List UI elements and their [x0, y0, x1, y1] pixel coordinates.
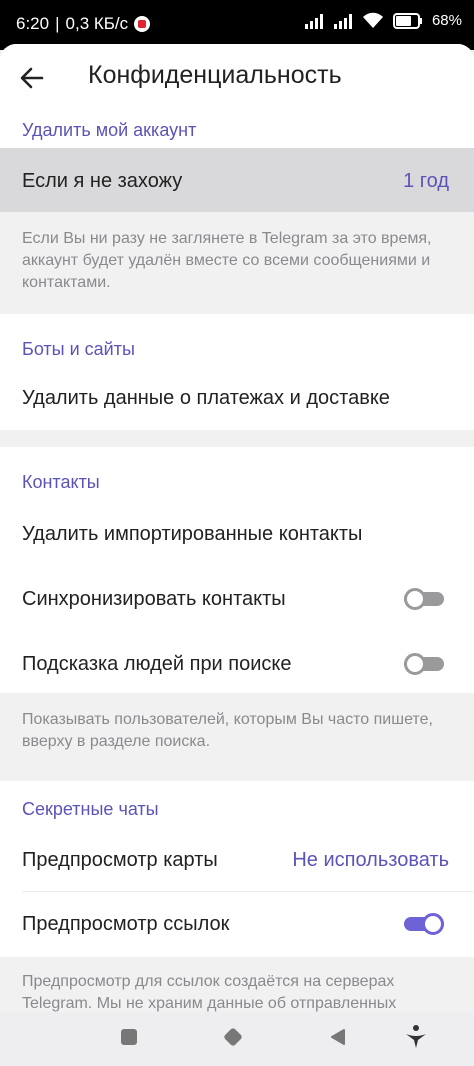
- wifi-icon: [362, 12, 383, 28]
- section-title-delete-account: Удалить мой аккаунт: [22, 120, 197, 140]
- secret-chats-hint-block: Предпросмотр для ссылок создаётся на сер…: [0, 957, 474, 1017]
- sync-contacts-toggle[interactable]: [404, 588, 444, 610]
- contacts-hint: Показывать пользователей, которым Вы час…: [22, 711, 433, 750]
- back-nav-icon[interactable]: [330, 1028, 346, 1046]
- delete-account-section: Удалить мой аккаунт Если я не захожу 1 г…: [0, 114, 474, 314]
- status-time: 6:20: [16, 14, 50, 33]
- battery-percent: 68%: [431, 12, 462, 29]
- row-divider: [22, 891, 474, 892]
- inactivity-label: Если я не захожу: [22, 170, 183, 192]
- delete-payment-data-row[interactable]: Удалить данные о платежах и доставке: [0, 368, 474, 426]
- system-navigation-bar: [0, 1012, 474, 1066]
- status-separator: |: [55, 14, 60, 33]
- suggest-people-toggle[interactable]: [404, 653, 444, 675]
- status-right: 68%: [304, 12, 462, 29]
- status-bar: 6:20 | 0,3 КБ/с 68%: [0, 0, 474, 50]
- sync-contacts-row[interactable]: Синхронизировать контакты: [0, 568, 474, 628]
- signal-icon: [304, 13, 323, 29]
- top-app-bar: Конфиденциальность: [0, 44, 474, 114]
- bots-section: Боты и сайты Удалить данные о платежах и…: [0, 314, 474, 430]
- recents-icon[interactable]: [120, 1028, 138, 1046]
- home-icon[interactable]: [222, 1026, 244, 1048]
- status-left: 6:20 | 0,3 КБ/с: [16, 14, 151, 34]
- battery-icon: [392, 12, 422, 29]
- delete-payment-data-label: Удалить данные о платежах и доставке: [22, 387, 390, 409]
- secret-chats-section: Секретные чаты Предпросмотр карты Не исп…: [0, 781, 474, 957]
- map-preview-label: Предпросмотр карты: [22, 849, 218, 871]
- link-preview-row[interactable]: Предпросмотр ссылок: [0, 893, 474, 953]
- delete-imported-contacts-row[interactable]: Удалить импортированные контакты: [0, 503, 474, 563]
- contacts-section: Контакты Удалить импортированные контакт…: [0, 447, 474, 693]
- status-speed: 0,3 КБ/с: [65, 14, 129, 33]
- section-title-secret-chats: Секретные чаты: [22, 799, 159, 819]
- inactivity-row[interactable]: Если я не захожу 1 год: [0, 148, 474, 212]
- link-preview-label: Предпросмотр ссылок: [22, 913, 230, 935]
- inactivity-value[interactable]: 1 год: [403, 170, 449, 193]
- contacts-hint-block: Показывать пользователей, которым Вы час…: [0, 693, 474, 781]
- sync-contacts-label: Синхронизировать контакты: [22, 588, 286, 610]
- assistant-icon[interactable]: [404, 1024, 428, 1050]
- delete-account-hint-block: Если Вы ни разу не заглянете в Telegram …: [0, 212, 474, 314]
- notification-icon: [134, 16, 151, 32]
- map-preview-value[interactable]: Не использовать: [292, 849, 449, 872]
- link-preview-toggle[interactable]: [404, 913, 444, 935]
- signal-icon-2: [333, 13, 352, 29]
- secret-chats-hint: Предпросмотр для ссылок создаётся на сер…: [22, 973, 397, 1012]
- delete-imported-contacts-label: Удалить импортированные контакты: [22, 523, 363, 545]
- section-title-contacts: Контакты: [22, 472, 100, 492]
- suggest-people-label: Подсказка людей при поиске: [22, 653, 292, 675]
- suggest-people-row[interactable]: Подсказка людей при поиске: [0, 633, 474, 693]
- page-title: Конфиденциальность: [88, 61, 342, 89]
- screen: 6:20 | 0,3 КБ/с 68% Конфиденциальность У…: [0, 0, 474, 1066]
- section-title-bots: Боты и сайты: [22, 339, 135, 359]
- delete-account-hint: Если Вы ни разу не заглянете в Telegram …: [22, 230, 432, 291]
- map-preview-row[interactable]: Предпросмотр карты Не использовать: [0, 829, 474, 889]
- arrow-back-icon[interactable]: [17, 63, 47, 93]
- app-surface: Конфиденциальность Удалить мой аккаунт Е…: [0, 44, 474, 1066]
